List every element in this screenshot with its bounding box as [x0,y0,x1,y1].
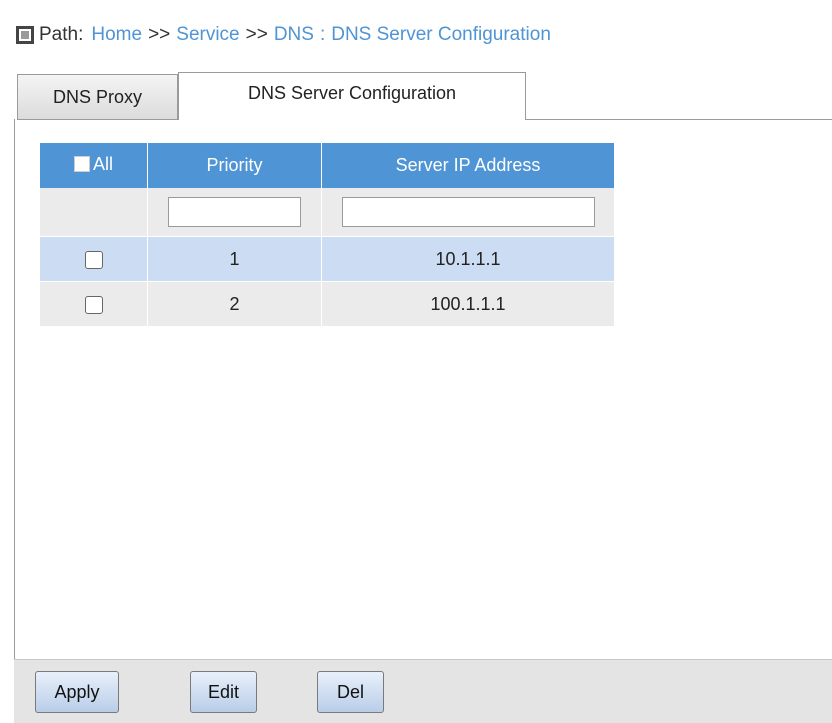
server-ip-column-header[interactable]: Server IP Address [321,143,614,188]
path-square-icon [16,26,34,44]
filter-cell-empty [40,188,148,237]
filter-cell-priority [147,188,322,237]
select-all-header: All [40,143,148,188]
delete-button[interactable]: Del [317,671,384,713]
action-button-bar: Apply Edit Del [14,659,832,723]
filter-row [40,188,614,237]
apply-button[interactable]: Apply [35,671,119,713]
tab-dns-server-configuration[interactable]: DNS Server Configuration [178,72,526,120]
priority-column-header[interactable]: Priority [147,143,322,188]
breadcrumb-separator: >> [148,24,171,45]
server-ip-cell: 100.1.1.1 [321,281,614,326]
table-header-row: All Priority Server IP Address [40,143,614,188]
row-checkbox[interactable] [84,295,103,314]
breadcrumb-dns-link[interactable]: DNS [274,24,314,46]
priority-filter-input[interactable] [168,197,301,227]
breadcrumb-current-page[interactable]: DNS Server Configuration [331,24,551,46]
edit-button[interactable]: Edit [190,671,257,713]
select-all-label: All [92,153,113,174]
breadcrumb-separator: >> [245,24,268,45]
table-row[interactable]: 2 100.1.1.1 [40,281,614,326]
server-ip-cell: 10.1.1.1 [321,236,614,282]
row-select-cell [40,236,148,282]
breadcrumb-home-link[interactable]: Home [91,24,142,46]
row-checkbox[interactable] [84,250,103,269]
dns-server-table: All Priority Server IP Address 1 10.1.1.… [40,143,614,326]
table-row[interactable]: 1 10.1.1.1 [40,236,614,282]
select-all-checkbox[interactable] [73,156,90,173]
breadcrumb-colon: : [319,24,326,45]
filter-cell-server-ip [321,188,614,237]
tab-bar: DNS Proxy DNS Server Configuration [14,72,832,120]
priority-cell: 1 [147,236,322,282]
path-label: Path: [39,24,84,45]
priority-cell: 2 [147,281,322,326]
breadcrumb: Path: Home >> Service >> DNS : DNS Serve… [16,22,551,48]
server-ip-filter-input[interactable] [341,197,595,227]
row-select-cell [40,281,148,326]
tab-dns-proxy[interactable]: DNS Proxy [17,74,178,120]
breadcrumb-service-link[interactable]: Service [176,24,239,46]
